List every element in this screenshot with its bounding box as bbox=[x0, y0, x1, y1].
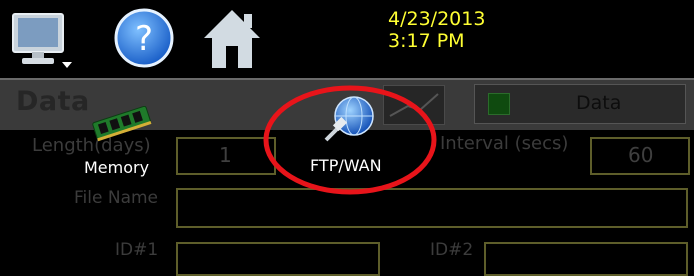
memory-label: Memory bbox=[84, 158, 150, 177]
home-icon[interactable] bbox=[200, 6, 264, 70]
id1-field[interactable] bbox=[176, 242, 380, 276]
memory-chip-icon bbox=[90, 106, 154, 142]
id2-field[interactable] bbox=[484, 242, 688, 276]
interval-value: 60 bbox=[628, 143, 654, 167]
page-title: Data bbox=[16, 86, 90, 117]
interval-label: Interval (secs) bbox=[440, 133, 569, 154]
time-text: 3:17 PM bbox=[388, 30, 465, 52]
top-bar: ? 4/23/2013 3:17 PM bbox=[0, 0, 694, 78]
help-icon[interactable]: ? bbox=[112, 6, 176, 70]
status-label: Data bbox=[576, 92, 622, 114]
file-name-label: File Name bbox=[74, 188, 159, 208]
date-time-display: 4/23/2013 3:17 PM bbox=[388, 8, 485, 52]
monitor-icon[interactable] bbox=[10, 6, 74, 70]
memory-option[interactable]: Memory bbox=[84, 106, 164, 177]
length-value: 1 bbox=[219, 143, 232, 167]
id2-label: ID#2 bbox=[430, 240, 474, 260]
network-globe-icon bbox=[320, 94, 378, 146]
status-led-icon bbox=[488, 93, 510, 115]
date-text: 4/23/2013 bbox=[388, 8, 486, 30]
id1-label: ID#1 bbox=[115, 240, 159, 260]
ftp-wan-label: FTP/WAN bbox=[310, 156, 382, 175]
ftp-wan-option[interactable]: FTP/WAN bbox=[262, 84, 438, 196]
svg-text:?: ? bbox=[135, 19, 153, 59]
